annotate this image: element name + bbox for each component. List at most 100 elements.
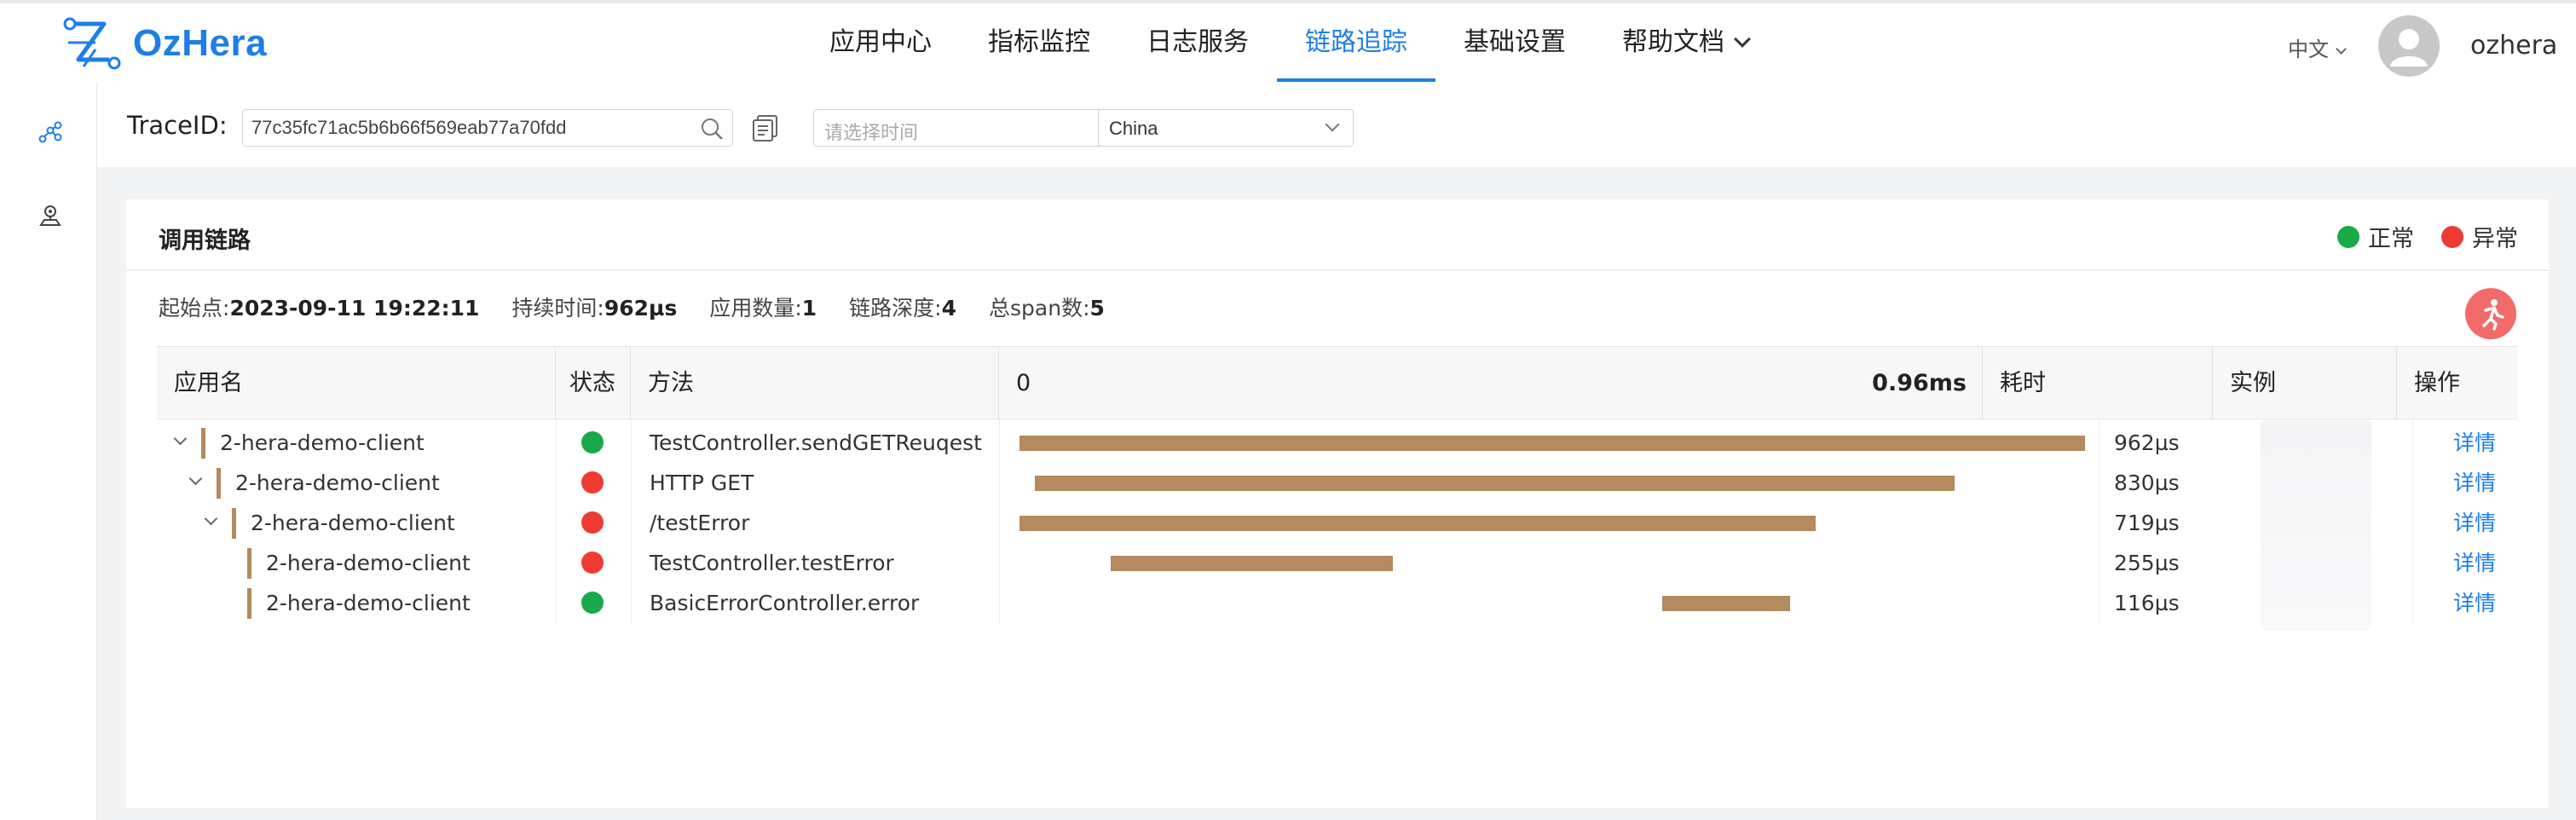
row-duration: 719µs: [2114, 511, 2180, 535]
span-duration-bar[interactable]: [1661, 596, 1791, 611]
summary-depth: 链路深度:4: [849, 292, 956, 322]
logo[interactable]: OzHera: [61, 15, 267, 72]
nav-item-logs[interactable]: 日志服务: [1118, 3, 1277, 82]
summary-span-count: 总span数:5: [989, 292, 1105, 322]
time-select-placeholder: 请选择时间: [824, 122, 919, 143]
detail-link[interactable]: 详情: [2453, 543, 2496, 583]
chevron-down-icon: [1734, 31, 1751, 48]
span-indent-bar: [247, 588, 251, 619]
summary-label: 总span数:: [989, 296, 1090, 320]
region-select[interactable]: China: [1098, 109, 1354, 147]
nav-label: 链路追踪: [1305, 27, 1407, 57]
row-method: /testError: [650, 511, 750, 535]
filter-bar: TraceID: 请选择时间 China: [97, 82, 2576, 167]
row-method: BasicErrorController.error: [650, 591, 920, 615]
detail-link[interactable]: 详情: [2453, 503, 2496, 543]
summary-start: 起始点:2023-09-11 19:22:11: [159, 292, 479, 322]
error-dot-icon: [2441, 225, 2463, 248]
trace-id-input[interactable]: [251, 115, 678, 141]
summary-value: 962µs: [604, 296, 678, 320]
trace-graph-icon[interactable]: [38, 120, 63, 146]
trace-id-label: TraceID:: [127, 111, 228, 140]
timeline-start-label: 0: [1016, 370, 1031, 396]
chevron-down-icon: [1325, 117, 1340, 132]
legend-normal-label: 正常: [2368, 226, 2414, 252]
nav-item-app-center[interactable]: 应用中心: [801, 3, 960, 82]
nav-item-tracing[interactable]: 链路追踪: [1277, 3, 1435, 82]
nav-label: 基础设置: [1464, 27, 1566, 57]
table-row[interactable]: 2-hera-demo-client TestController.testErr…: [157, 543, 2518, 583]
row-duration: 116µs: [2114, 591, 2180, 615]
nav-label: 帮助文档: [1622, 27, 1724, 57]
row-method: TestController.sendGETReuqest: [650, 430, 982, 455]
nav-item-metrics[interactable]: 指标监控: [960, 3, 1118, 82]
language-switcher[interactable]: 中文: [2288, 32, 2347, 62]
table-row[interactable]: 2-hera-demo-client BasicErrorController.e…: [157, 583, 2518, 623]
region-select-value: China: [1109, 118, 1158, 139]
error-status-icon: [581, 511, 604, 534]
normal-dot-icon: [2337, 225, 2359, 248]
trace-id-field[interactable]: [242, 109, 733, 147]
detail-link[interactable]: 详情: [2453, 583, 2496, 623]
summary-value: 2023-09-11 19:22:11: [229, 296, 480, 320]
row-method: HTTP GET: [650, 471, 754, 495]
trace-summary: 起始点:2023-09-11 19:22:11 持续时间:962µs 应用数量:…: [159, 292, 1137, 322]
summary-value: 1: [801, 296, 817, 320]
normal-status-icon: [581, 431, 604, 453]
search-icon[interactable]: [700, 117, 724, 141]
col-header-status: 状态: [556, 347, 631, 420]
col-header-timeline: 0 0.96ms: [999, 347, 1983, 420]
legend-error: 异常: [2441, 220, 2518, 253]
logo-text: OzHera: [133, 22, 268, 64]
col-header-app: 应用名: [157, 347, 556, 420]
location-pin-icon[interactable]: [38, 203, 63, 228]
summary-label: 持续时间:: [511, 296, 604, 320]
span-duration-bar[interactable]: [1110, 556, 1393, 571]
span-duration-bar[interactable]: [1019, 436, 2085, 451]
span-duration-bar[interactable]: [1035, 476, 1955, 491]
normal-status-icon: [581, 592, 604, 614]
running-person-icon: [2482, 299, 2504, 331]
row-method: TestController.testError: [650, 551, 894, 575]
expand-chevron-icon[interactable]: [204, 511, 218, 526]
redacted-instance-area: [2261, 419, 2371, 631]
row-app-name: 2-hera-demo-client: [235, 471, 440, 495]
status-legend: 正常 异常: [2310, 220, 2518, 253]
span-table: 应用名 状态 方法 0 0.96ms 耗时 实例 操作 2-hera-demo-…: [157, 346, 2518, 624]
error-status-icon: [581, 471, 604, 494]
row-app-name: 2-hera-demo-client: [251, 511, 455, 535]
col-header-duration: 耗时: [1983, 347, 2213, 420]
avatar[interactable]: [2378, 15, 2440, 77]
expand-chevron-icon[interactable]: [173, 431, 188, 446]
detail-link[interactable]: 详情: [2453, 423, 2496, 463]
table-row[interactable]: 2-hera-demo-client HTTP GET 830µs 详情: [157, 463, 2518, 503]
left-sidebar: [0, 82, 97, 820]
col-header-instance: 实例: [2213, 347, 2397, 420]
top-header: OzHera 应用中心 指标监控 日志服务 链路追踪 基础设置 帮助文档 中文 …: [0, 0, 2576, 82]
legend-normal: 正常: [2337, 220, 2414, 253]
summary-label: 起始点:: [159, 296, 230, 320]
row-app-name: 2-hera-demo-client: [266, 551, 471, 575]
table-row[interactable]: 2-hera-demo-client/testError 719µs 详情: [157, 503, 2518, 543]
row-app-name: 2-hera-demo-client: [220, 430, 425, 455]
row-app-name: 2-hera-demo-client: [266, 591, 471, 615]
username[interactable]: ozhera: [2470, 31, 2557, 61]
summary-label: 链路深度:: [849, 296, 942, 320]
detail-link[interactable]: 详情: [2453, 463, 2496, 503]
nav-label: 日志服务: [1146, 27, 1249, 57]
summary-duration: 持续时间:962µs: [511, 292, 677, 322]
copy-icon[interactable]: [750, 113, 781, 143]
expand-chevron-icon[interactable]: [188, 471, 203, 486]
row-duration: 255µs: [2114, 551, 2180, 575]
span-duration-bar[interactable]: [1019, 516, 1816, 531]
row-duration: 830µs: [2114, 471, 2180, 495]
error-status-icon: [581, 551, 604, 574]
table-row[interactable]: 2-hera-demo-client TestController.sendGET…: [157, 423, 2518, 463]
divider: [126, 269, 2549, 271]
col-header-action: 操作: [2414, 370, 2460, 396]
run-analysis-button[interactable]: [2465, 288, 2516, 339]
legend-error-label: 异常: [2472, 226, 2518, 252]
nav-item-help-docs[interactable]: 帮助文档: [1594, 3, 1776, 82]
nav-item-settings[interactable]: 基础设置: [1435, 3, 1594, 82]
table-body: 2-hera-demo-client TestController.sendGET…: [157, 423, 2518, 623]
